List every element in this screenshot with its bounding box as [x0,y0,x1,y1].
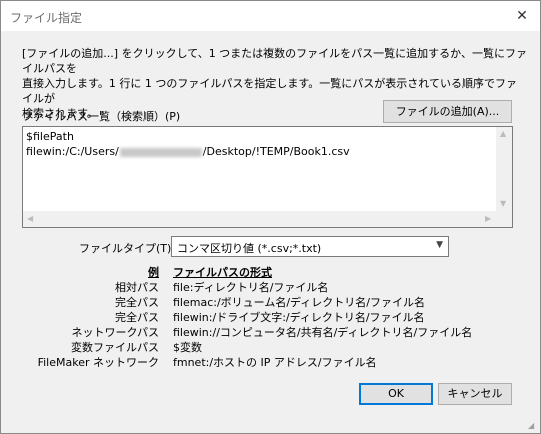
example-row: ネットワークパス filewin://コンピュータ名/共有名/ディレクトリ名/フ… [1,325,540,340]
ok-button[interactable]: OK [359,383,433,405]
scroll-up-arrow-icon[interactable]: ▲ [500,129,506,139]
example-type: ネットワークパス [71,326,159,339]
add-file-button[interactable]: ファイルの追加(A)... [383,100,512,123]
example-row: 変数ファイルパス $変数 [1,340,540,355]
close-icon[interactable]: ✕ [510,5,534,27]
examples-header-value: ファイルパスの形式 [173,266,272,279]
file-type-label: ファイルタイプ(T): [79,242,176,255]
scroll-left-arrow-icon[interactable]: ◀ [27,214,33,224]
example-type: 変数ファイルパス [71,341,159,354]
example-format: filemac:/ボリューム名/ディレクトリ名/ファイル名 [173,296,425,309]
file-path-lines[interactable]: $filePath filewin:/C:/Users/ /Desktop/!TE… [26,129,496,159]
path-prefix: filewin:/C:/Users/ [26,145,119,158]
file-path-line: $filePath [26,130,74,143]
path-suffix: /Desktop/!TEMP/Book1.csv [202,145,350,158]
file-type-select[interactable]: コンマ区切り値 (*.csv;*.txt) ▼ [171,236,449,257]
examples-table: 例 ファイルパスの形式 相対パス file:ディレクトリ名/ファイル名 完全パス… [1,265,540,370]
example-row: 完全パス filewin:/ドライブ文字:/ディレクトリ名/ファイル名 [1,310,540,325]
example-format: file:ディレクトリ名/ファイル名 [173,281,329,294]
file-path-line: filewin:/C:/Users/ /Desktop/!TEMP/Book1.c… [26,144,496,159]
examples-header-label: 例 [148,266,159,279]
chevron-down-icon[interactable]: ▼ [436,240,443,250]
example-row: 相対パス file:ディレクトリ名/ファイル名 [1,280,540,295]
example-format: $変数 [173,341,202,354]
example-type: FileMaker ネットワーク [37,356,159,369]
example-format: filewin://コンピュータ名/共有名/ディレクトリ名/ファイル名 [173,326,473,339]
file-specify-dialog: ファイル指定 ✕ [ファイルの追加...] をクリックして、1 つまたは複数のフ… [0,0,541,434]
file-path-list-textarea[interactable]: $filePath filewin:/C:/Users/ /Desktop/!TE… [22,126,513,228]
path-list-label: ファイルパス一覧（検索順）(P) [22,110,181,123]
example-format: filewin:/ドライブ文字:/ディレクトリ名/ファイル名 [173,311,425,324]
vertical-scrollbar[interactable]: ▲ ▼ [496,127,512,211]
file-type-selected-value: コンマ区切り値 (*.csv;*.txt) [177,242,322,255]
example-format: fmnet:/ホストの IP アドレス/ファイル名 [173,356,377,369]
redacted-username [119,147,202,157]
example-type: 完全パス [115,311,159,324]
example-type: 完全パス [115,296,159,309]
examples-header-row: 例 ファイルパスの形式 [1,265,540,280]
scroll-corner [496,211,512,227]
scroll-down-arrow-icon[interactable]: ▼ [500,199,506,209]
example-row: 完全パス filemac:/ボリューム名/ディレクトリ名/ファイル名 [1,295,540,310]
title-bar[interactable]: ファイル指定 ✕ [1,1,540,31]
resize-grip-icon[interactable]: ◢ [528,421,538,431]
cancel-button[interactable]: キャンセル [438,383,512,405]
scroll-right-arrow-icon[interactable]: ▶ [485,214,491,224]
horizontal-scrollbar[interactable]: ◀ ▶ [23,211,496,227]
dialog-title: ファイル指定 [10,11,83,25]
example-type: 相対パス [115,281,159,294]
example-row: FileMaker ネットワーク fmnet:/ホストの IP アドレス/ファイ… [1,355,540,370]
dialog-content: [ファイルの追加...] をクリックして、1 つまたは複数のファイルをパス一覧に… [1,31,540,433]
